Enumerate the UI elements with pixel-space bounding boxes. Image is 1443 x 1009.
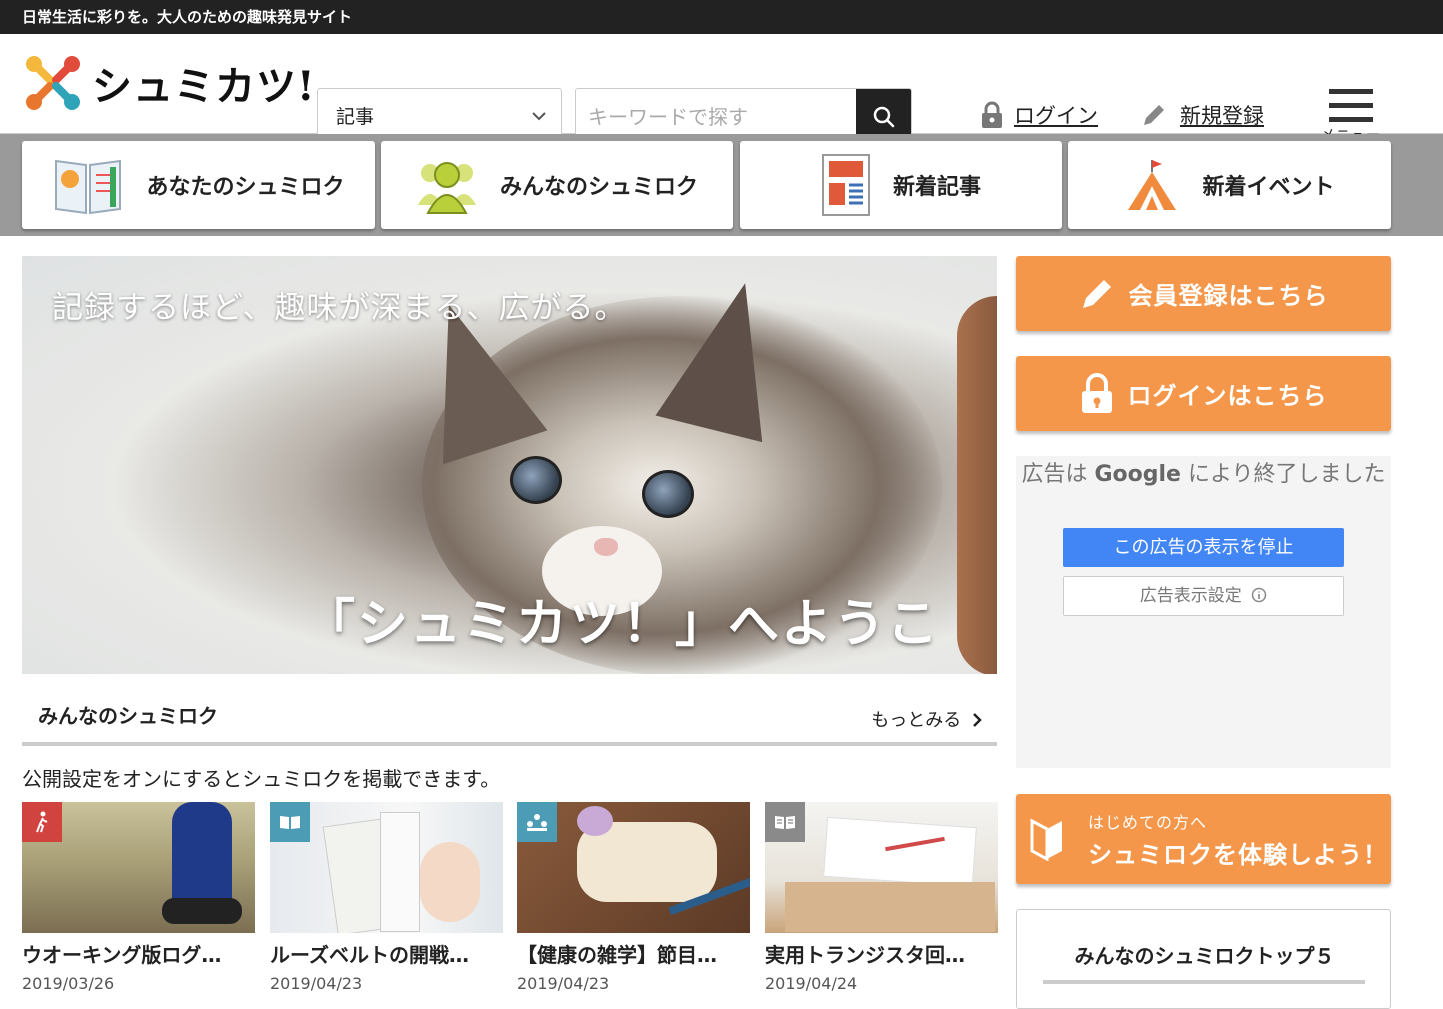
card-badge bbox=[22, 802, 62, 842]
more-link[interactable]: もっとみる bbox=[871, 706, 983, 732]
hero-banner[interactable]: 記録するほど、趣味が深まる、広がる。 「シュミカツ！」へようこそ！ bbox=[22, 256, 997, 674]
walking-icon bbox=[36, 811, 48, 833]
main-nav: あなたのシュミロク みんなのシュミロク 新着記事 新着イベント bbox=[0, 134, 1443, 236]
lock-icon bbox=[982, 101, 1002, 128]
ad-settings-label: 広告表示設定 bbox=[1139, 586, 1242, 606]
hero-kitten-eye-right bbox=[642, 470, 694, 518]
card-title: ルーズベルトの開戦… bbox=[270, 943, 469, 967]
beginner-button[interactable]: はじめての方へ シュミロクを体験しよう！ bbox=[1016, 794, 1391, 884]
hero-kitten-nose bbox=[594, 538, 618, 556]
notebook-icon bbox=[55, 159, 122, 215]
top5-title: みんなのシュミロクトップ５ bbox=[1074, 944, 1335, 968]
pencil-icon bbox=[1082, 279, 1111, 308]
nav-label: 新着記事 bbox=[892, 175, 981, 200]
hero-caption-top: 記録するほど、趣味が深まる、広がる。 bbox=[52, 290, 627, 326]
hamburger-icon bbox=[1318, 89, 1384, 122]
top5-divider bbox=[1043, 980, 1365, 984]
section-description: 公開設定をオンにするとシュミロクを掲載できます。 bbox=[22, 767, 501, 791]
card-badge bbox=[270, 802, 310, 842]
nav-label: みんなのシュミロク bbox=[499, 175, 698, 200]
card-title: 【健康の雑学】節目… bbox=[517, 943, 717, 967]
category-select-value: 記事 bbox=[336, 106, 375, 128]
card-date: 2019/03/26 bbox=[22, 974, 115, 993]
pencil-icon bbox=[1144, 105, 1164, 125]
nav-label: あなたのシュミロク bbox=[146, 175, 345, 200]
tent-icon bbox=[1128, 160, 1177, 210]
card-badge bbox=[517, 802, 557, 842]
ad-slot: 広告は Google により終了しました この広告の表示を停止 広告表示設定 bbox=[1016, 456, 1391, 768]
ad-message: 広告は Google により終了しました bbox=[1016, 460, 1391, 490]
tagline-text: 日常生活に彩りを。大人のための趣味発見サイト bbox=[22, 8, 353, 26]
card-date: 2019/04/23 bbox=[517, 974, 610, 993]
book-icon bbox=[280, 816, 300, 829]
nav-new-articles[interactable]: 新着記事 bbox=[740, 141, 1062, 229]
card-date: 2019/04/24 bbox=[765, 974, 858, 993]
card-title: ウオーキング版ログ… bbox=[22, 943, 222, 967]
list-item[interactable]: ルーズベルトの開戦… 2019/04/23 bbox=[270, 802, 503, 993]
nav-new-events[interactable]: 新着イベント bbox=[1068, 141, 1391, 229]
group-icon bbox=[527, 814, 547, 831]
lock-icon bbox=[1081, 372, 1112, 413]
list-item[interactable]: 実用トランジスタ回… 2019/04/24 bbox=[765, 802, 998, 993]
list-item[interactable]: ウオーキング版ログ… 2019/03/26 bbox=[22, 802, 255, 993]
login-here-button[interactable]: ログインはこちら bbox=[1016, 356, 1391, 431]
nav-label: 新着イベント bbox=[1202, 175, 1335, 200]
login-here-label: ログインはこちら bbox=[1127, 382, 1328, 410]
list-item[interactable]: 【健康の雑学】節目… 2019/04/23 bbox=[517, 802, 750, 993]
card-thumbnail bbox=[517, 802, 750, 933]
card-date: 2019/04/23 bbox=[270, 974, 363, 993]
ad-stop-button[interactable]: この広告の表示を停止 bbox=[1063, 528, 1344, 567]
site-logo[interactable]: シュミカツ! bbox=[22, 52, 316, 114]
card-badge bbox=[765, 802, 805, 842]
login-link[interactable]: ログイン bbox=[980, 100, 1098, 130]
ad-message-pre: 広告は bbox=[1021, 462, 1088, 487]
site-header: シュミカツ! 記事 ログイン 新規登録 メニュー bbox=[0, 34, 1443, 146]
chevron-right-icon bbox=[973, 713, 982, 727]
section-title: みんなのシュミロク bbox=[38, 704, 218, 728]
card-thumbnail bbox=[765, 802, 998, 933]
member-register-button[interactable]: 会員登録はこちら bbox=[1016, 256, 1391, 331]
hero-caption-bottom: 「シュミカツ！」へようこそ！ bbox=[304, 594, 941, 674]
beginner-main-label: シュミロクを体験しよう！ bbox=[1088, 840, 1388, 869]
ad-settings-button[interactable]: 広告表示設定 bbox=[1063, 576, 1344, 616]
member-register-label: 会員登録はこちら bbox=[1128, 282, 1329, 310]
info-icon bbox=[1251, 587, 1267, 603]
article-icon bbox=[821, 154, 870, 216]
nav-your-shumiroku[interactable]: あなたのシュミロク bbox=[22, 141, 375, 229]
register-link-label: 新規登録 bbox=[1180, 104, 1264, 128]
card-thumbnail bbox=[22, 802, 255, 933]
hero-kitten-eye-left bbox=[510, 456, 562, 504]
ad-message-post: により終了しました bbox=[1187, 462, 1386, 487]
login-link-label: ログイン bbox=[1014, 104, 1098, 128]
people-icon bbox=[417, 162, 476, 214]
more-link-label: もっとみる bbox=[871, 710, 962, 731]
search-icon bbox=[873, 106, 894, 128]
card-title: 実用トランジスタ回… bbox=[765, 943, 965, 967]
reading-icon bbox=[775, 816, 795, 829]
beginner-mark-icon bbox=[1030, 818, 1062, 861]
ad-brand: Google bbox=[1094, 462, 1181, 487]
site-tagline-bar: 日常生活に彩りを。大人のための趣味発見サイト bbox=[0, 0, 1443, 34]
nav-everyone-shumiroku[interactable]: みんなのシュミロク bbox=[381, 141, 733, 229]
logo-mark-icon bbox=[22, 52, 84, 114]
beginner-sub-label: はじめての方へ bbox=[1088, 812, 1208, 832]
section-header: みんなのシュミロク もっとみる bbox=[22, 692, 997, 746]
register-link[interactable]: 新規登録 bbox=[1140, 100, 1264, 130]
card-thumbnail bbox=[270, 802, 503, 933]
top5-panel: みんなのシュミロクトップ５ bbox=[1016, 909, 1391, 1009]
logo-text: シュミカツ! bbox=[92, 63, 316, 110]
